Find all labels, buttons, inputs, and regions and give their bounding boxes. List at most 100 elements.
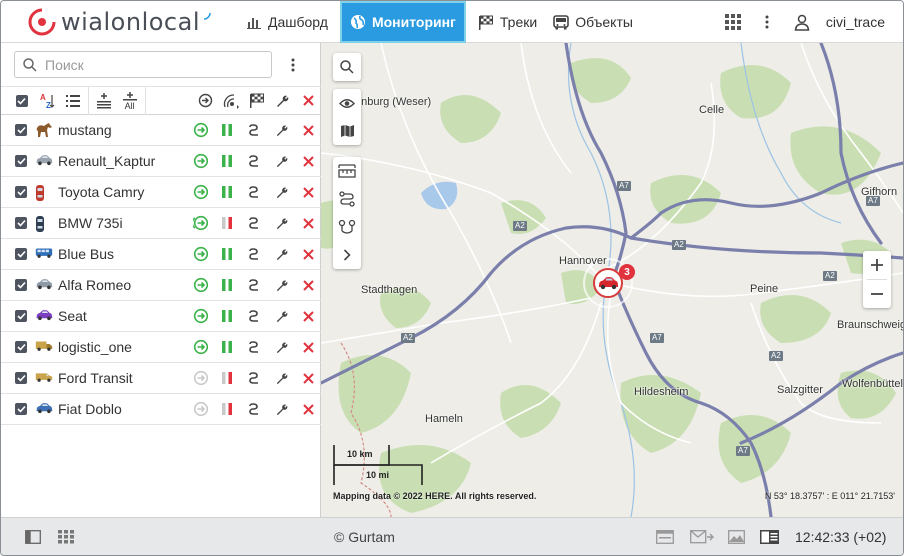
map-search-button[interactable] bbox=[333, 53, 361, 81]
unit-connection-icon[interactable] bbox=[192, 246, 210, 262]
unit-signal-icon[interactable] bbox=[218, 215, 236, 231]
unit-settings-icon[interactable] bbox=[272, 401, 290, 417]
header-more-button[interactable] bbox=[750, 1, 784, 43]
unit-track-icon[interactable] bbox=[245, 370, 263, 386]
sort-az-button[interactable]: A Z bbox=[35, 87, 61, 115]
add-all-units-button[interactable]: All bbox=[117, 87, 143, 115]
geofence-button[interactable] bbox=[333, 213, 361, 241]
delete-all-button[interactable] bbox=[295, 87, 321, 115]
unit-signal-icon[interactable] bbox=[218, 339, 236, 355]
unit-delete-icon[interactable] bbox=[299, 215, 317, 231]
unit-track-icon[interactable] bbox=[245, 215, 263, 231]
unit-checkbox[interactable] bbox=[15, 372, 27, 384]
sessions-button[interactable] bbox=[759, 528, 779, 546]
unit-row[interactable]: Renault_Kaptur bbox=[1, 146, 321, 177]
unit-connection-icon[interactable] bbox=[192, 184, 210, 200]
unit-signal-icon[interactable] bbox=[218, 370, 236, 386]
unit-track-icon[interactable] bbox=[245, 339, 263, 355]
unit-delete-icon[interactable] bbox=[299, 401, 317, 417]
unit-track-icon[interactable] bbox=[245, 246, 263, 262]
unit-settings-icon[interactable] bbox=[272, 215, 290, 231]
unit-track-icon[interactable] bbox=[245, 153, 263, 169]
unit-row[interactable]: logistic_one bbox=[1, 332, 321, 363]
unit-connection-icon[interactable] bbox=[192, 308, 210, 324]
unit-checkbox[interactable] bbox=[15, 217, 27, 229]
expand-tools-button[interactable] bbox=[333, 241, 361, 269]
unit-settings-icon[interactable] bbox=[272, 370, 290, 386]
nav-objects[interactable]: Объекты bbox=[545, 1, 641, 43]
unit-row[interactable]: mustang bbox=[1, 115, 321, 146]
unit-row[interactable]: Blue Bus bbox=[1, 239, 321, 270]
unit-delete-icon[interactable] bbox=[299, 246, 317, 262]
unit-signal-icon[interactable] bbox=[218, 277, 236, 293]
unit-checkbox[interactable] bbox=[15, 279, 27, 291]
unit-row[interactable]: Seat bbox=[1, 301, 321, 332]
map-layers-button[interactable] bbox=[333, 117, 361, 145]
logo[interactable]: wialonlocal bbox=[27, 7, 212, 37]
unit-signal-icon[interactable] bbox=[218, 401, 236, 417]
unit-row[interactable]: BMW 735i bbox=[1, 208, 321, 239]
signal-column-button[interactable] bbox=[218, 87, 244, 115]
unit-track-icon[interactable] bbox=[245, 401, 263, 417]
unit-settings-icon[interactable] bbox=[272, 339, 290, 355]
unit-signal-icon[interactable] bbox=[218, 308, 236, 324]
unit-settings-icon[interactable] bbox=[272, 184, 290, 200]
unit-row[interactable]: Ford Transit bbox=[1, 363, 321, 394]
zoom-in-button[interactable] bbox=[863, 251, 891, 279]
unit-row[interactable]: Alfa Romeo bbox=[1, 270, 321, 301]
unit-track-icon[interactable] bbox=[245, 122, 263, 138]
unit-checkbox[interactable] bbox=[15, 341, 27, 353]
map-view[interactable]: enburg (Weser) Celle Gifhorn Hannover St… bbox=[321, 43, 903, 517]
nav-dashboard[interactable]: Дашборд bbox=[239, 1, 336, 43]
select-all-checkbox[interactable] bbox=[9, 87, 35, 115]
unit-connection-icon[interactable] bbox=[192, 277, 210, 293]
unit-delete-icon[interactable] bbox=[299, 277, 317, 293]
zoom-out-button[interactable] bbox=[863, 280, 891, 308]
map-visibility-button[interactable] bbox=[333, 89, 361, 117]
add-units-button[interactable] bbox=[91, 87, 117, 115]
unit-connection-icon[interactable] bbox=[192, 401, 210, 417]
unit-delete-icon[interactable] bbox=[299, 370, 317, 386]
unit-settings-icon[interactable] bbox=[272, 246, 290, 262]
unit-checkbox[interactable] bbox=[15, 124, 27, 136]
route-button[interactable] bbox=[333, 185, 361, 213]
unit-checkbox[interactable] bbox=[15, 310, 27, 322]
unit-row[interactable]: Toyota Camry bbox=[1, 177, 321, 208]
unit-settings-icon[interactable] bbox=[272, 308, 290, 324]
unit-connection-icon[interactable] bbox=[192, 215, 210, 231]
unit-track-icon[interactable] bbox=[245, 277, 263, 293]
layout-grid-button[interactable] bbox=[56, 528, 76, 546]
unit-signal-icon[interactable] bbox=[218, 246, 236, 262]
user-menu-button[interactable]: civi_trace bbox=[784, 1, 885, 43]
unit-connection-icon[interactable] bbox=[192, 122, 210, 138]
unit-cluster-marker[interactable]: 3 bbox=[593, 264, 635, 298]
ruler-button[interactable] bbox=[333, 157, 361, 185]
apps-grid-button[interactable] bbox=[716, 1, 750, 43]
unit-delete-icon[interactable] bbox=[299, 308, 317, 324]
search-input[interactable] bbox=[45, 56, 255, 73]
unit-signal-icon[interactable] bbox=[218, 153, 236, 169]
unit-connection-icon[interactable] bbox=[192, 370, 210, 386]
list-view-button[interactable] bbox=[60, 87, 86, 115]
unit-settings-icon[interactable] bbox=[272, 277, 290, 293]
unit-delete-icon[interactable] bbox=[299, 122, 317, 138]
notifications-button[interactable] bbox=[655, 528, 675, 546]
unit-delete-icon[interactable] bbox=[299, 184, 317, 200]
tracks-column-button[interactable] bbox=[244, 87, 270, 115]
unit-track-icon[interactable] bbox=[245, 184, 263, 200]
unit-delete-icon[interactable] bbox=[299, 339, 317, 355]
unit-row[interactable]: Fiat Doblo bbox=[1, 394, 321, 425]
nav-monitoring[interactable]: Мониторинг bbox=[339, 1, 466, 43]
nav-tracks[interactable]: Треки bbox=[470, 1, 545, 43]
unit-signal-icon[interactable] bbox=[218, 184, 236, 200]
unit-settings-icon[interactable] bbox=[272, 153, 290, 169]
unit-signal-icon[interactable] bbox=[218, 122, 236, 138]
gallery-button[interactable] bbox=[726, 528, 746, 546]
panel-more-button[interactable] bbox=[283, 55, 303, 75]
messages-button[interactable] bbox=[689, 528, 715, 546]
unit-connection-icon[interactable] bbox=[192, 153, 210, 169]
unit-checkbox[interactable] bbox=[15, 403, 27, 415]
settings-column-button[interactable] bbox=[270, 87, 296, 115]
unit-connection-icon[interactable] bbox=[192, 339, 210, 355]
unit-delete-icon[interactable] bbox=[299, 153, 317, 169]
